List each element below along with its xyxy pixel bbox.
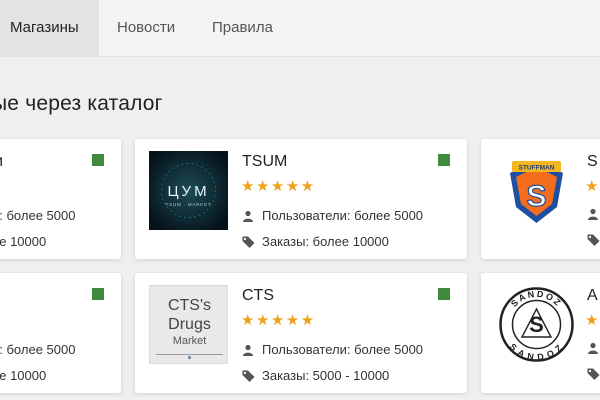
shop-card-cts[interactable]: CTS's Drugs Market CTS ★★★★★ Пользовател… (135, 273, 467, 393)
shop-users (587, 208, 600, 220)
shop-card[interactable]: STUFFMAN S S ★ (481, 139, 600, 259)
user-icon (587, 342, 599, 354)
shop-name: CTS (242, 287, 274, 304)
online-status-indicator (92, 288, 104, 300)
svg-text:Market: Market (173, 335, 207, 347)
shop-logo: ЦУМ TSUM · MARKET (149, 151, 228, 230)
shop-logo: SANDOZ SANDOZ S (497, 285, 576, 364)
shop-orders (587, 234, 600, 246)
rating-stars: ★ (585, 312, 600, 329)
shop-card[interactable]: SANDOZ SANDOZ S A ★ (481, 273, 600, 393)
tag-icon (242, 236, 255, 248)
online-status-indicator (92, 154, 104, 166)
svg-text:CTS's: CTS's (168, 297, 211, 314)
user-icon (242, 344, 254, 356)
rating-stars: ★★★★★ (241, 178, 316, 195)
shop-name: м (0, 153, 3, 171)
online-status-indicator (438, 154, 450, 166)
svg-text:ЦУМ: ЦУМ (167, 183, 209, 200)
svg-text:S: S (526, 180, 546, 213)
shop-name: A (587, 287, 598, 304)
shop-orders: Заказы: 5000 - 10000 (242, 368, 389, 383)
shop-orders: ее 10000 (0, 234, 47, 249)
shop-orders (587, 368, 600, 380)
shop-logo: CTS's Drugs Market (149, 285, 228, 364)
online-status-indicator (438, 288, 450, 300)
rating-stars: ★★★★★ (241, 312, 316, 329)
shop-users: и: более 5000 (0, 342, 76, 357)
nav-tab-rules[interactable]: Правила (212, 0, 273, 56)
shop-name: TSUM (242, 153, 288, 170)
top-nav: Магазины Новости Правила (0, 0, 600, 57)
user-icon (242, 210, 254, 222)
svg-text:S: S (529, 312, 544, 337)
svg-text:TSUM · MARKET: TSUM · MARKET (166, 202, 212, 207)
nav-tab-shops[interactable]: Магазины (0, 0, 99, 56)
shop-card-tsum[interactable]: ЦУМ TSUM · MARKET TSUM ★★★★★ Пользовател… (135, 139, 467, 259)
shop-card[interactable]: и: более 5000 ее 10000 (0, 273, 121, 393)
shop-logo: STUFFMAN S (497, 151, 576, 230)
tag-icon (587, 368, 600, 380)
shop-card[interactable]: м и: более 5000 ее 10000 (0, 139, 121, 259)
shop-orders: ее 10000 (0, 368, 47, 383)
svg-text:STUFFMAN: STUFFMAN (519, 165, 555, 172)
user-icon (587, 208, 599, 220)
shop-users: и: более 5000 (0, 208, 76, 223)
section-title: ые через каталог (0, 92, 163, 115)
rating-stars: ★ (585, 178, 600, 195)
svg-text:Drugs: Drugs (168, 316, 211, 333)
shop-orders: Заказы: более 10000 (242, 234, 389, 249)
shop-name: S (587, 153, 598, 170)
shop-users: Пользователи: более 5000 (242, 208, 423, 223)
nav-tab-news[interactable]: Новости (117, 0, 175, 56)
tag-icon (242, 370, 255, 382)
shop-users (587, 342, 600, 354)
tag-icon (587, 234, 600, 246)
shop-users: Пользователи: более 5000 (242, 342, 423, 357)
